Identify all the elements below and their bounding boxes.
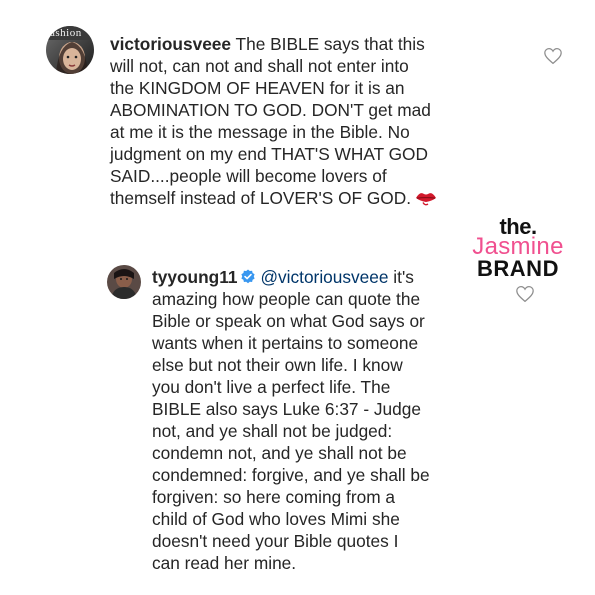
like-heart-icon[interactable] — [543, 47, 563, 65]
kiss-mark-icon — [414, 189, 438, 212]
reply-mention-link[interactable]: @victoriousveee — [260, 267, 388, 287]
comment-username[interactable]: victoriousveee — [110, 34, 231, 54]
avatar-image — [107, 265, 141, 299]
like-heart-icon[interactable] — [515, 285, 535, 303]
avatar[interactable]: ashion — [46, 26, 94, 74]
avatar-label: ashion — [50, 27, 82, 39]
comment-reply: tyyoung11 @victoriousveee it's amazing ho… — [0, 240, 595, 595]
comment-text: The BIBLE says that this will not, can n… — [110, 34, 431, 208]
reply-text: it's amazing how people can quote the Bi… — [152, 267, 430, 573]
avatar[interactable] — [107, 265, 141, 299]
verified-badge-icon — [240, 268, 256, 284]
reply-body: tyyoung11 @victoriousveee it's amazing ho… — [152, 266, 492, 574]
comment-body: victoriousveee The BIBLE says that this … — [110, 33, 490, 212]
reply-username[interactable]: tyyoung11 — [152, 267, 237, 287]
comment-main: ashion victoriousveee The BIBLE says tha… — [0, 0, 595, 230]
